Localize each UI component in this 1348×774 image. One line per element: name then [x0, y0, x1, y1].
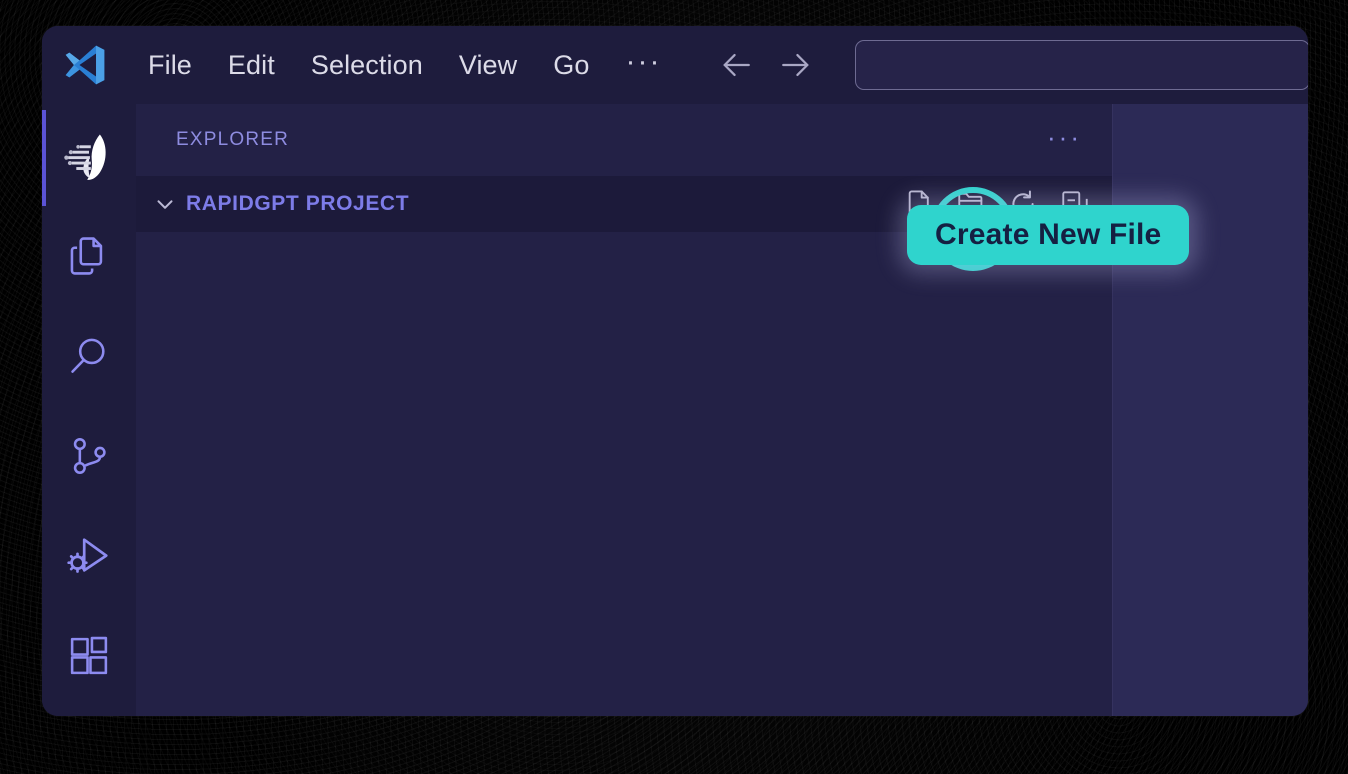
activitybar-item-source-control[interactable]: [42, 406, 136, 506]
vscode-window: File Edit Selection View Go ··· EXPLORER…: [42, 26, 1308, 716]
navigation-buttons: [719, 48, 813, 82]
arrow-left-icon[interactable]: [719, 48, 753, 82]
folder-root-name: RAPIDGPT PROJECT: [186, 192, 410, 215]
menu-selection[interactable]: Selection: [293, 46, 441, 85]
menu-edit[interactable]: Edit: [210, 46, 293, 85]
activitybar-item-extensions[interactable]: [42, 606, 136, 706]
activitybar-item-rapidgpt[interactable]: [42, 110, 136, 206]
activity-bar: [42, 104, 136, 716]
extensions-icon: [70, 636, 108, 675]
activitybar-item-explorer[interactable]: [42, 206, 136, 306]
search-input[interactable]: [855, 40, 1308, 90]
chevron-down-icon[interactable]: [152, 191, 178, 217]
explorer-more-actions-button[interactable]: ···: [1041, 122, 1088, 158]
menu-view[interactable]: View: [441, 46, 535, 85]
source-control-icon: [73, 438, 106, 474]
workbench-body: EXPLORER ··· RAPIDGPT PROJECT: [42, 104, 1308, 716]
menu-file[interactable]: File: [130, 46, 210, 85]
arrow-right-icon[interactable]: [779, 48, 813, 82]
run-debug-icon: [67, 538, 108, 573]
activitybar-item-search[interactable]: [42, 306, 136, 406]
activitybar-item-run-debug[interactable]: [42, 506, 136, 606]
explorer-header: EXPLORER ···: [136, 104, 1112, 176]
editor-area: [1112, 104, 1308, 716]
menu-go[interactable]: Go: [535, 46, 607, 85]
tooltip-create-new-file: Create New File: [907, 205, 1190, 265]
vscode-logo-icon: [65, 45, 105, 85]
title-bar: File Edit Selection View Go ···: [42, 26, 1308, 104]
menu-more[interactable]: ···: [607, 47, 679, 83]
explorer-title: EXPLORER: [176, 129, 290, 150]
files-icon: [70, 237, 103, 275]
menu-bar: File Edit Selection View Go ···: [130, 46, 679, 85]
explorer-panel: EXPLORER ··· RAPIDGPT PROJECT: [136, 104, 1112, 716]
rapidgpt-logo-icon: [64, 134, 106, 180]
search-icon: [71, 338, 105, 373]
